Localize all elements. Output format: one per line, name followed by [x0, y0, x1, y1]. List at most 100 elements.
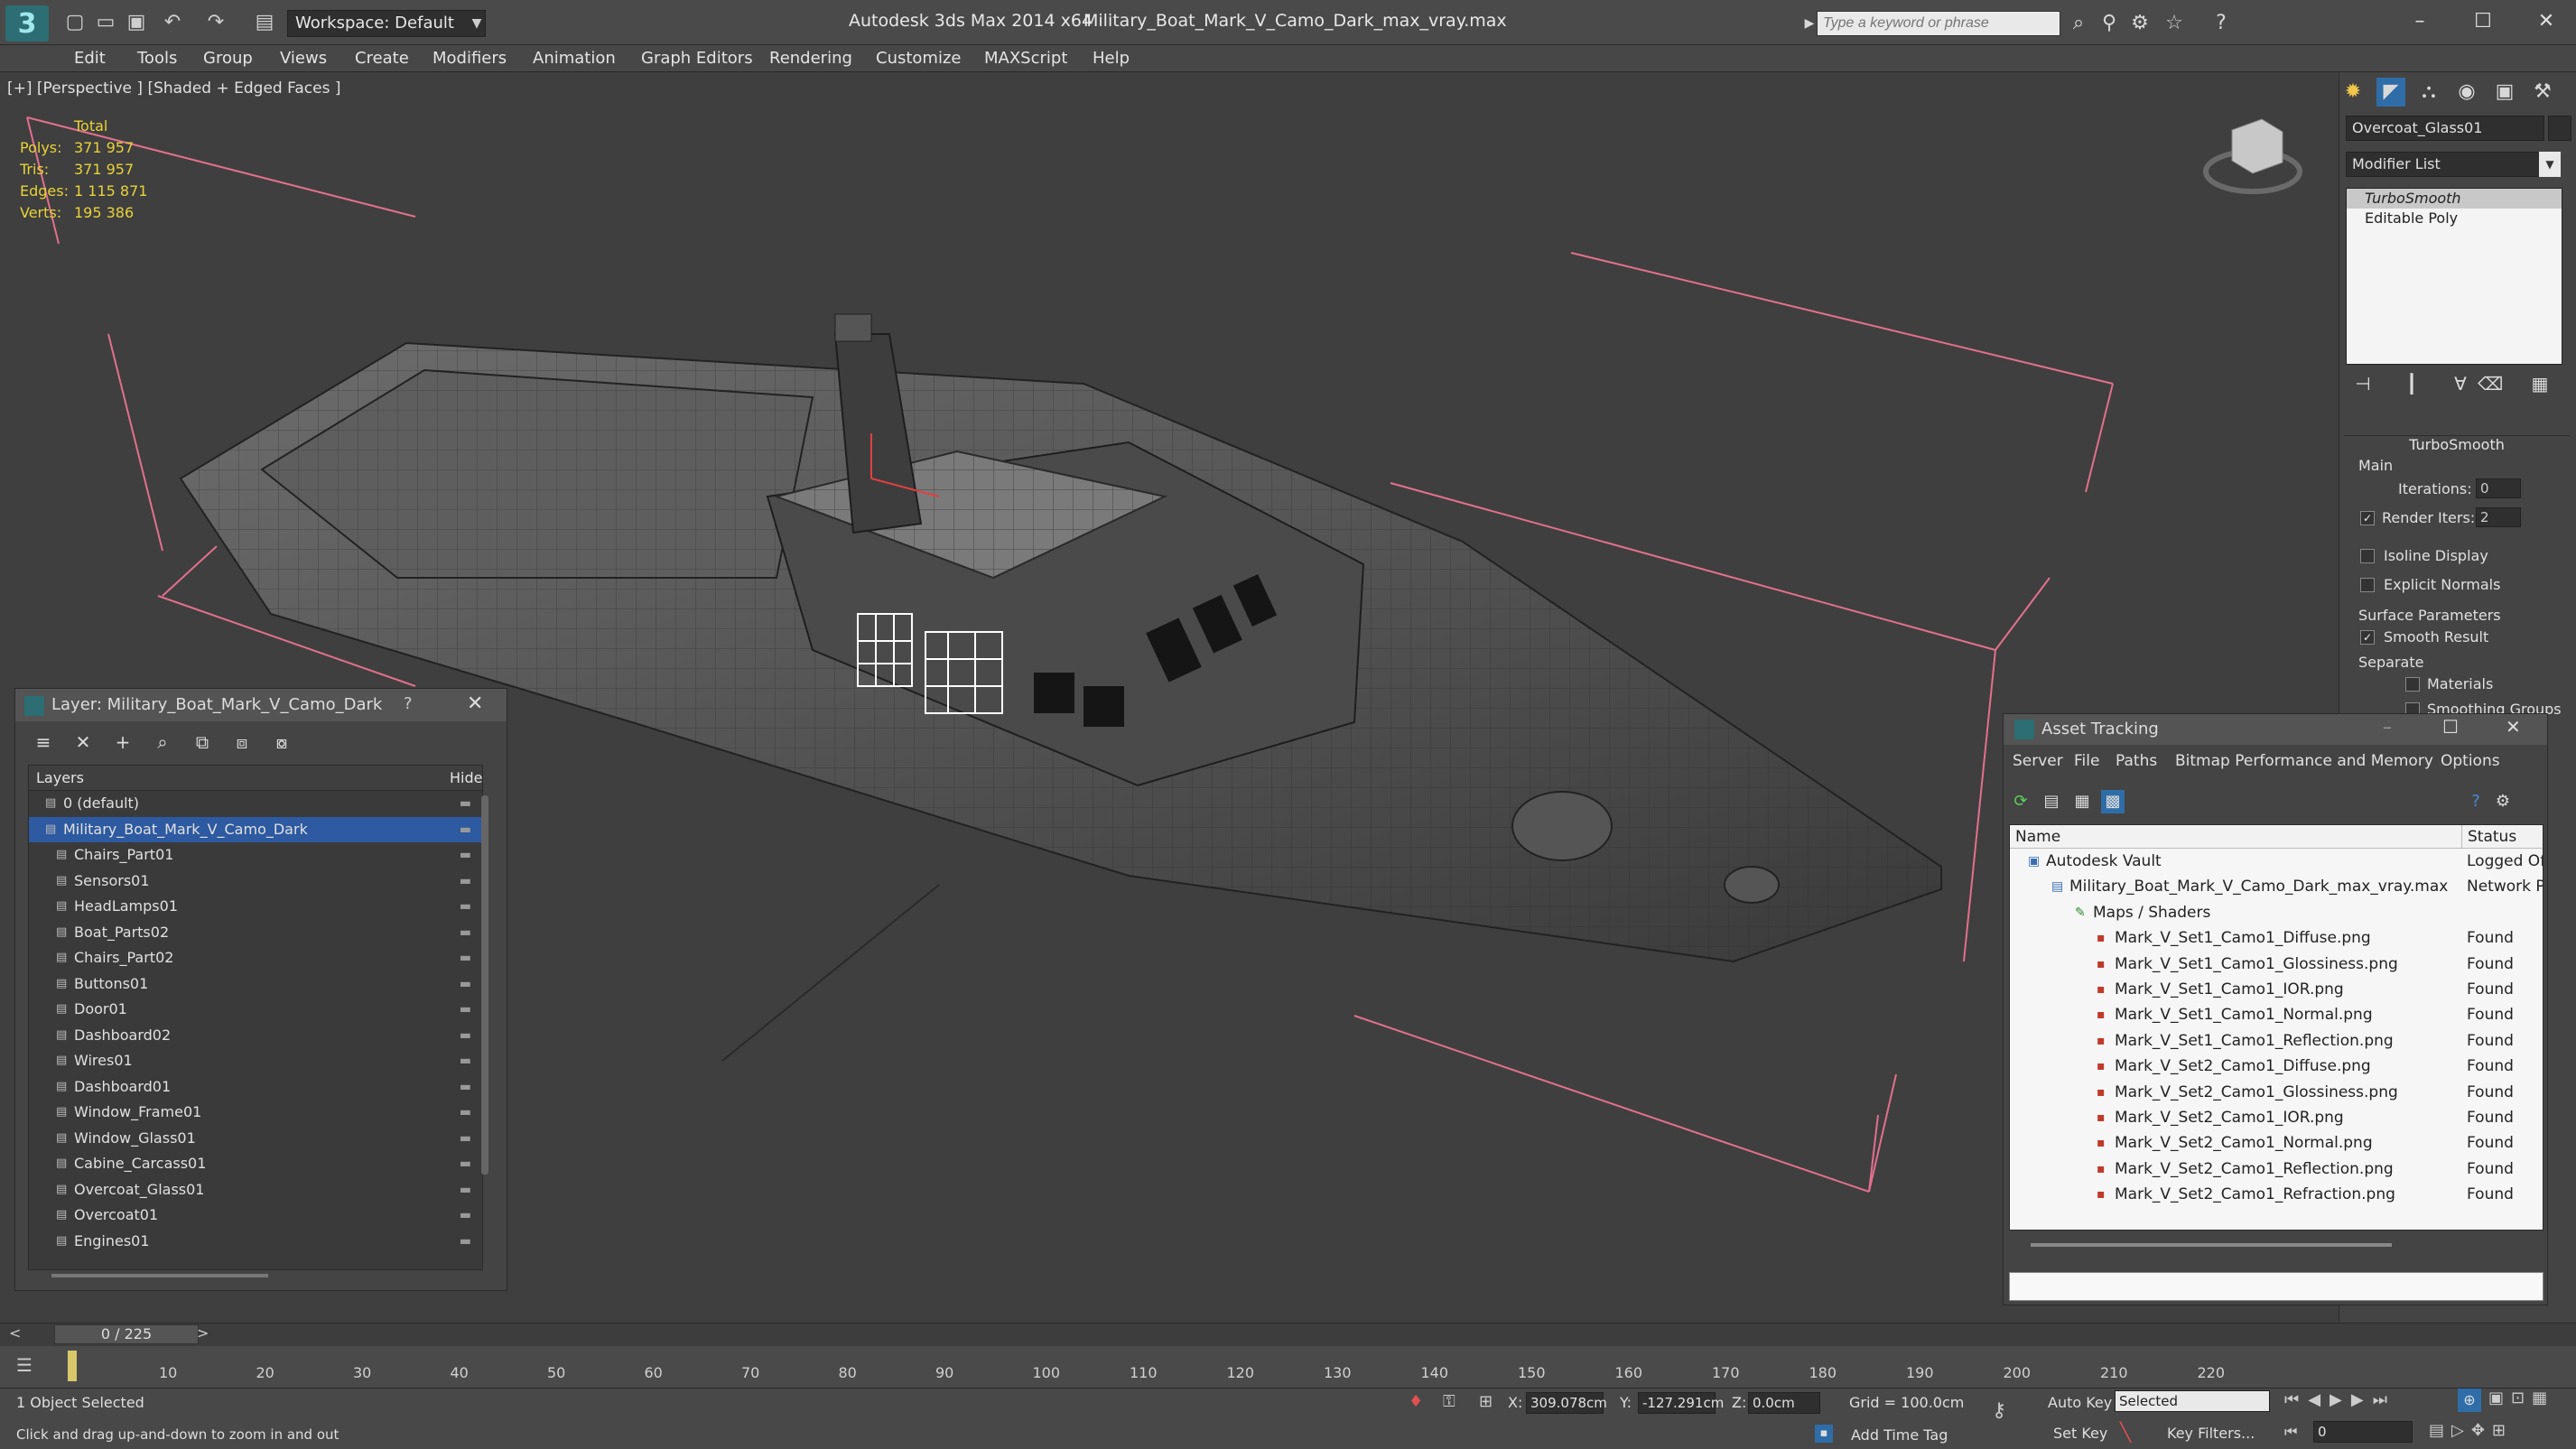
navigation-controls[interactable]: ▣⊡▦	[2488, 1389, 2554, 1407]
settings-icon[interactable]: ⚙	[2491, 790, 2515, 813]
layer-list-hscrollbar[interactable]	[51, 1274, 268, 1277]
object-name-field[interactable]: Overcoat_Glass01	[2346, 116, 2544, 141]
subscription-icon[interactable]: ⚲	[2097, 11, 2122, 36]
asset-row[interactable]: ▪ Mark_V_Set1_Camo1_Diffuse.png Found	[2010, 925, 2543, 951]
time-slider[interactable]	[0, 1323, 2576, 1346]
project-folder-icon[interactable]: ▤	[253, 11, 276, 34]
key-mode-icon[interactable]: ⏮	[2284, 1423, 2297, 1441]
layer-row[interactable]: ▤ Window_Frame01 ▬	[29, 1100, 482, 1126]
curve-editor-icon[interactable]: ☰	[16, 1354, 33, 1376]
layer-row[interactable]: ▤ Chairs_Part02 ▬	[29, 945, 482, 971]
layer-row[interactable]: ▤ HeadLamps01 ▬	[29, 894, 482, 920]
maximize-button[interactable]: ☐	[2442, 716, 2459, 738]
viewport-label-menu[interactable]: [+] [Perspective ] [Shaded + Edged Faces…	[7, 79, 340, 98]
asset-row[interactable]: ▪ Mark_V_Set1_Camo1_Normal.png Found	[2010, 1002, 2543, 1027]
materials-checkbox[interactable]	[2405, 677, 2420, 692]
layer-row[interactable]: ▤ Dashboard02 ▬	[29, 1023, 482, 1049]
hide-toggle[interactable]: ▬	[460, 1229, 471, 1255]
close-button[interactable]: ✕	[2519, 5, 2573, 38]
hide-all-icon[interactable]: ⧈	[227, 729, 257, 756]
select-layer-icon[interactable]: ⧉	[187, 729, 218, 756]
hide-toggle[interactable]: ▬	[460, 791, 471, 817]
layer-row[interactable]: ▤ Military_Boat_Mark_V_Camo_Dark ▬	[29, 816, 482, 842]
delete-layer-icon[interactable]: ✕	[68, 729, 98, 756]
asset-row[interactable]: ▪ Mark_V_Set2_Camo1_Diffuse.png Found	[2010, 1054, 2543, 1079]
layer-window-title[interactable]: Layer: Military_Boat_Mark_V_Camo_Dark	[15, 689, 507, 721]
freeze-all-icon[interactable]: ⧇	[266, 729, 297, 756]
next-frame-button[interactable]: >	[197, 1324, 209, 1342]
refresh-icon[interactable]: ⟳	[2009, 790, 2032, 813]
search-input[interactable]	[1817, 11, 2060, 36]
new-layer-icon[interactable]: ≡	[28, 729, 59, 756]
favorites-star-icon[interactable]: ☆	[2162, 11, 2187, 36]
hide-toggle[interactable]: ▬	[460, 1048, 471, 1074]
track-bar[interactable]	[0, 1346, 2576, 1388]
isolate-icon[interactable]: ♦	[1409, 1392, 1423, 1411]
help-icon[interactable]: ?	[2464, 790, 2488, 813]
hide-toggle[interactable]: ▬	[460, 1126, 471, 1152]
asset-row[interactable]: ▤ Military_Boat_Mark_V_Camo_Dark_max_vray…	[2010, 874, 2543, 899]
hide-toggle[interactable]: ▬	[460, 945, 471, 971]
layer-row[interactable]: ▤ Engines01 ▬	[29, 1229, 482, 1255]
layer-row[interactable]: ▤ Dashboard01 ▬	[29, 1074, 482, 1101]
asset-table-hscrollbar[interactable]	[2031, 1243, 2392, 1247]
maximize-button[interactable]: ☐	[2456, 5, 2510, 38]
current-frame-field[interactable]: 0	[2313, 1421, 2413, 1443]
redo-icon[interactable]: ↷	[204, 11, 228, 34]
chevron-down-icon[interactable]: ▼	[468, 10, 486, 37]
asset-row[interactable]: ▪ Mark_V_Set2_Camo1_Normal.png Found	[2010, 1130, 2543, 1156]
remove-modifier-icon[interactable]: ⌫	[2478, 372, 2503, 395]
utilities-tab-icon[interactable]: ⚒	[2528, 78, 2557, 107]
z-coordinate-field[interactable]: 0.0cm	[1748, 1392, 1820, 1414]
layer-row[interactable]: ▤ Chairs_Part01 ▬	[29, 842, 482, 868]
communication-icon[interactable]: ⚙	[2127, 11, 2153, 36]
binoculars-icon[interactable]: ⌕	[2066, 11, 2091, 36]
key-filters-button[interactable]: Key Filters...	[2167, 1425, 2255, 1442]
isoline-display-checkbox[interactable]	[2360, 549, 2375, 563]
menu-rendering[interactable]: Rendering	[769, 49, 852, 68]
hide-toggle[interactable]: ▬	[460, 868, 471, 895]
add-to-layer-icon[interactable]: +	[107, 729, 138, 756]
hide-toggle[interactable]: ▬	[460, 997, 471, 1023]
help-icon[interactable]: ?	[2209, 11, 2234, 36]
prev-frame-button[interactable]: <	[9, 1324, 21, 1342]
hide-toggle[interactable]: ▬	[460, 1203, 471, 1229]
asset-row[interactable]: ▪ Mark_V_Set2_Camo1_IOR.png Found	[2010, 1105, 2543, 1130]
list-view-icon[interactable]: ▤	[2040, 790, 2063, 813]
configure-modifier-sets-icon[interactable]: ▦	[2528, 372, 2552, 395]
layer-row[interactable]: ▤ Overcoat_Glass01 ▬	[29, 1177, 482, 1203]
menu-customize[interactable]: Customize	[876, 49, 961, 68]
layer-row[interactable]: ▤ Wires01 ▬	[29, 1048, 482, 1074]
hide-toggle[interactable]: ▬	[460, 842, 471, 868]
x-coordinate-field[interactable]: 309.078cm	[1526, 1392, 1607, 1414]
layers-column-header[interactable]: Layers	[29, 769, 84, 786]
hierarchy-tab-icon[interactable]: ⛬	[2414, 78, 2443, 107]
modify-tab-icon[interactable]: ◤	[2376, 78, 2405, 107]
hide-toggle[interactable]: ▬	[460, 1023, 471, 1049]
asset-menu-bitmap[interactable]: Bitmap Performance and Memory	[2175, 752, 2433, 770]
minimize-button[interactable]: –	[2383, 716, 2392, 738]
menu-edit[interactable]: Edit	[74, 49, 106, 68]
menu-animation[interactable]: Animation	[533, 49, 616, 68]
time-slider-thumb[interactable]: 0 / 225	[54, 1324, 199, 1344]
asset-row[interactable]: ▪ Mark_V_Set2_Camo1_Reflection.png Found	[2010, 1156, 2543, 1182]
menu-modifiers[interactable]: Modifiers	[432, 49, 507, 68]
hide-toggle[interactable]: ▬	[460, 920, 471, 946]
layer-row[interactable]: ▤ Boat_Parts02 ▬	[29, 920, 482, 946]
menu-views[interactable]: Views	[280, 49, 327, 68]
layer-row[interactable]: ▤ 0 (default) ▬	[29, 791, 482, 817]
selection-set-dropdown[interactable]: Selected	[2115, 1390, 2270, 1412]
asset-menu-file[interactable]: File	[2074, 752, 2099, 770]
layer-list-scrollbar[interactable]	[481, 795, 488, 1175]
undo-icon[interactable]: ↶	[161, 11, 184, 34]
explicit-normals-checkbox[interactable]	[2360, 578, 2375, 592]
status-column-header[interactable]: Status	[2461, 825, 2516, 849]
make-unique-icon[interactable]: ∀	[2449, 372, 2472, 395]
close-button[interactable]: ✕	[2506, 716, 2521, 738]
y-coordinate-field[interactable]: -127.291cm	[1638, 1392, 1724, 1414]
select-objects-icon[interactable]: ⌕	[147, 729, 178, 756]
name-column-header[interactable]: Name	[2010, 828, 2060, 846]
open-file-icon[interactable]: ▭	[94, 11, 117, 34]
help-button[interactable]: ?	[404, 694, 413, 713]
workspace-dropdown[interactable]: Workspace: Default	[287, 10, 486, 37]
